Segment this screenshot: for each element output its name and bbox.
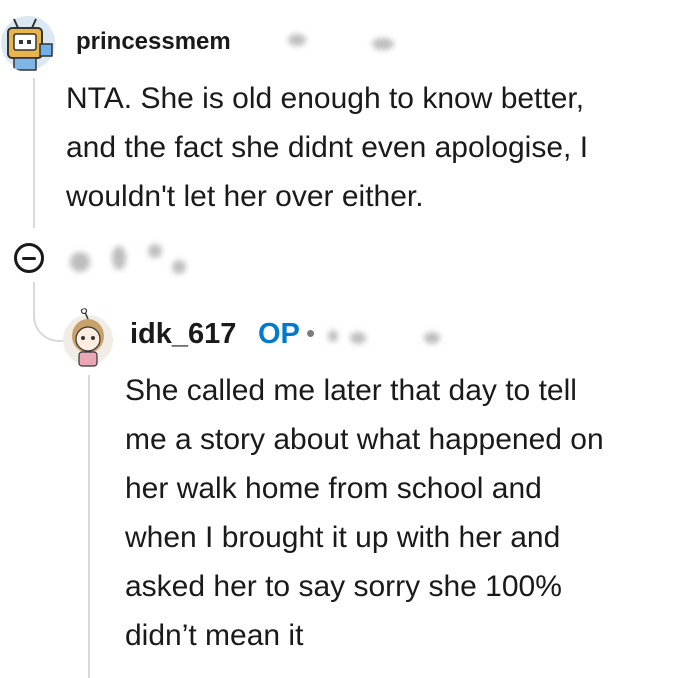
snoo-avatar-icon [63, 308, 113, 367]
reply-body: She called me later that day to tell me … [125, 366, 685, 660]
blurred-metadata [328, 330, 338, 342]
reply-username[interactable]: idk_617 [130, 318, 236, 351]
thread-line-comment [33, 78, 35, 228]
reply-body-line: She called me later that day to tell [125, 374, 577, 407]
separator-dot: • [306, 318, 316, 348]
blurred-metadata [70, 252, 90, 272]
blurred-metadata [350, 332, 366, 344]
collapse-thread-button[interactable] [14, 243, 44, 273]
snoo-avatar-icon [1, 16, 55, 71]
blurred-metadata [148, 244, 162, 258]
comment-body-line: and the fact she didnt even apologise, I [66, 131, 589, 164]
blurred-metadata [112, 246, 126, 270]
op-badge: OP [258, 318, 300, 350]
comment-body: NTA. She is old enough to know better, a… [66, 74, 686, 221]
thread-line-reply [88, 375, 90, 678]
avatar[interactable] [0, 14, 56, 72]
blurred-metadata [372, 38, 394, 50]
reply-body-line: didn’t mean it [125, 619, 304, 652]
blurred-metadata [172, 260, 186, 274]
avatar[interactable] [62, 308, 114, 368]
comment-body-line: wouldn't let her over either. [66, 180, 424, 213]
comment-body-line: NTA. She is old enough to know better, [66, 82, 585, 115]
reply-body-line: her walk home from school and [125, 472, 542, 505]
blurred-metadata [424, 332, 440, 344]
minus-circle-icon [22, 256, 36, 260]
reply-body-line: when I brought it up with her and [125, 521, 561, 554]
blurred-metadata [288, 34, 306, 46]
reply-body-line: asked her to say sorry she 100% [125, 570, 562, 603]
reply-body-line: me a story about what happened on [125, 423, 604, 456]
comment-username[interactable]: princessmem [76, 28, 231, 56]
